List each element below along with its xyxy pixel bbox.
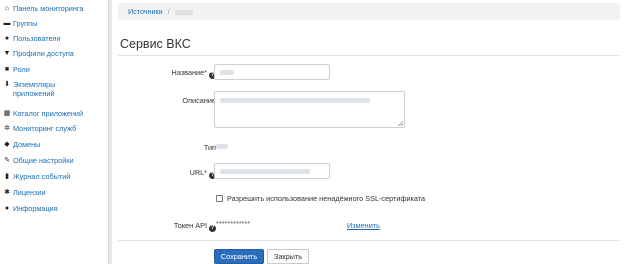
sidebar-item-information[interactable]: ● Информация [0,204,108,220]
breadcrumb-separator: / [167,7,170,16]
sidebar-item-access-profiles[interactable]: ▼ Профили доступа [0,49,108,65]
user-icon: ● [4,35,10,42]
sidebar-item-roles[interactable]: ■ Роли [0,65,108,80]
sidebar-item-dashboard[interactable]: ⌂ Панель мониторинга [0,4,108,19]
sidebar: ⌂ Панель мониторинга ▬ Группы ● Пользова… [0,0,108,264]
sidebar-item-label: Мониторинг служб [13,124,77,133]
breadcrumb: Источники / [118,3,620,20]
url-label: URL*? [190,168,216,179]
resize-handle-icon[interactable] [398,121,403,126]
sidebar-item-domains[interactable]: ◆ Домены [0,140,108,156]
filter-icon: ▼ [3,50,11,57]
sidebar-item-label: Информация [13,204,58,213]
sidebar-item-general-settings[interactable]: ✎ Общие настройки [0,156,108,172]
token-label-text: Токен API [173,221,207,230]
form-divider [118,240,620,241]
page-title: Сервис ВКС [120,37,191,51]
sidebar-item-app-catalog[interactable]: ▦ Каталог приложений [0,109,108,124]
asterisk-icon: ✱ [4,189,10,196]
wrench-icon: ✎ [4,157,10,164]
sidebar-item-licenses[interactable]: ✱ Лицензии [0,188,108,204]
sidebar-item-groups[interactable]: ▬ Группы [0,19,108,34]
home-icon: ⌂ [4,5,10,12]
ssl-checkbox-label: Разрешить использование ненадёжного SSL-… [227,194,426,203]
description-field-value [220,98,370,103]
folder-icon: ▬ [3,20,11,27]
sidebar-item-label: Группы [13,19,38,28]
breadcrumb-root-link[interactable]: Источники [128,7,163,16]
sidebar-item-label: Экземпляры приложений [13,80,56,98]
type-value [216,143,228,152]
sidebar-item-label: Лицензии [13,188,46,197]
briefcase-icon: ■ [4,66,10,73]
name-label-text: Название* [171,68,207,77]
sidebar-item-label: Журнал событий [13,172,71,181]
breadcrumb-current [174,9,193,15]
description-field[interactable] [214,91,405,128]
description-label: Описание [182,96,216,105]
app-root: ⌂ Панель мониторинга ▬ Группы ● Пользова… [0,0,634,264]
save-button[interactable]: Сохранить [214,249,264,264]
gear-icon: ✲ [4,125,10,132]
title-divider [118,55,620,56]
url-field[interactable] [214,163,330,179]
help-icon[interactable]: ? [209,225,216,232]
sidebar-item-label: Роли [13,65,30,74]
person-download-icon: ⬇ [4,81,10,88]
grid-icon: ▦ [3,110,11,117]
token-label: Токен API? [174,221,216,232]
book-icon: ▮ [5,173,9,180]
close-button[interactable]: Закрыть [267,249,309,264]
main-content: Источники / Сервис ВКС Название*? Описан… [112,0,634,264]
url-label-text: URL* [189,168,207,177]
sidebar-item-label: Домены [13,140,41,149]
sidebar-item-event-log[interactable]: ▮ Журнал событий [0,172,108,188]
sidebar-item-label: Панель мониторинга [13,4,84,13]
sidebar-item-label: Профили доступа [13,49,74,58]
url-field-value [220,169,310,174]
sidebar-item-app-instances[interactable]: ⬇ Экземпляры приложений [0,80,108,109]
tag-icon: ◆ [4,141,10,148]
sidebar-item-label: Общие настройки [13,156,74,165]
sidebar-item-service-monitoring[interactable]: ✲ Мониторинг служб [0,124,108,140]
type-label: Тип [203,143,216,152]
name-field-value [220,70,234,75]
token-value: ************ [216,219,251,228]
sidebar-item-label: Каталог приложений [13,109,84,118]
ssl-checkbox-row[interactable]: Разрешить использование ненадёжного SSL-… [216,194,425,203]
sidebar-item-users[interactable]: ● Пользователи [0,34,108,49]
name-field[interactable] [214,64,330,80]
info-icon: ● [4,205,10,212]
name-label: Название*? [172,68,216,79]
sidebar-item-label: Пользователи [13,34,61,43]
ssl-checkbox[interactable] [216,195,223,202]
token-change-link[interactable]: Изменить [347,221,380,230]
